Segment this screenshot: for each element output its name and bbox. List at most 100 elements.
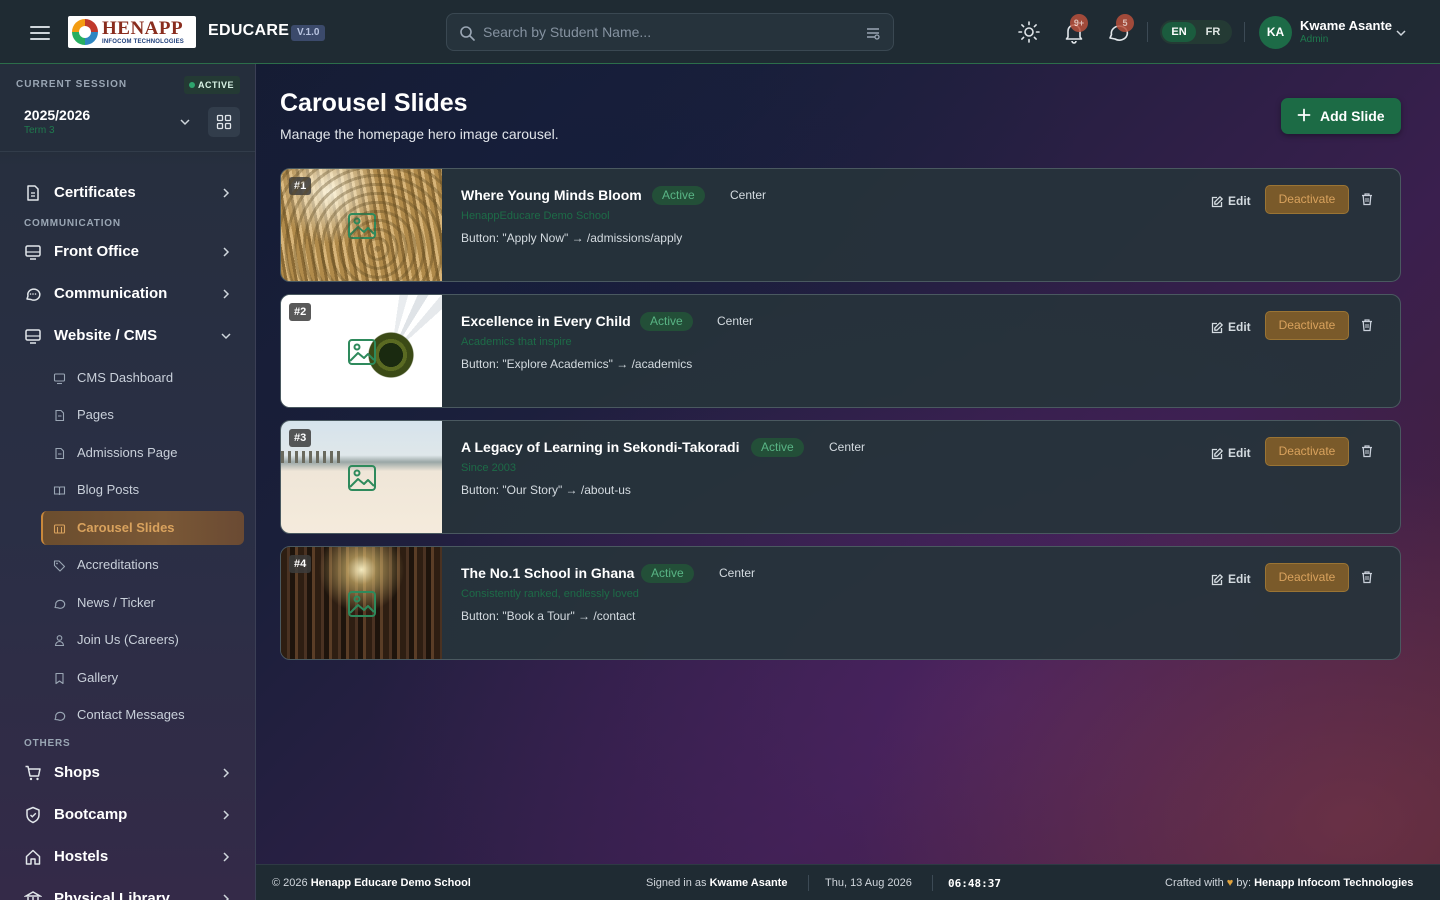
footer-school-name: Henapp Educare Demo School (310, 877, 471, 889)
footer-signed-in: Signed in as Kwame Asante (646, 877, 787, 889)
slide-title: A Legacy of Learning in Sekondi-Takoradi (461, 439, 740, 455)
edit-icon (1211, 196, 1223, 208)
slide-card: #4 The No.1 School in Ghana Active Cente… (280, 546, 1401, 660)
chevron-right-icon (223, 247, 230, 257)
sidebar-item-bootcamp[interactable]: Bootcamp (16, 798, 244, 832)
apps-grid-button[interactable] (208, 107, 240, 137)
copyright-prefix: © 2026 (272, 877, 308, 889)
slide-thumbnail[interactable]: #1 (281, 169, 442, 281)
sidebar-item-communication[interactable]: Communication (16, 277, 244, 311)
image-icon (348, 591, 376, 617)
sidebar-item-label: Hostels (54, 848, 109, 865)
footer: © 2026 Henapp Educare Demo School Signed… (256, 864, 1440, 900)
lang-en-button[interactable]: EN (1162, 22, 1196, 42)
add-slide-button[interactable]: Add Slide (1281, 98, 1401, 134)
trash-icon[interactable] (1360, 570, 1374, 584)
notifications-button[interactable]: 9+ (1062, 14, 1088, 44)
sidebar-item-physical-library[interactable]: Physical Library (16, 882, 244, 900)
trash-icon[interactable] (1360, 192, 1374, 206)
messages-count-badge: 5 (1116, 14, 1134, 32)
slide-card: #3 A Legacy of Learning in Sekondi-Takor… (280, 420, 1401, 534)
heart-icon: ♥ (1226, 877, 1234, 889)
sidebar-subitem-news-ticker[interactable]: News / Ticker (41, 586, 244, 620)
sidebar-subitem-contact-messages[interactable]: Contact Messages (41, 698, 244, 732)
sidebar: Certificates COMMUNICATION Front Office … (0, 64, 256, 900)
deactivate-button[interactable]: Deactivate (1265, 563, 1349, 592)
status-badge: Active (640, 312, 693, 331)
sidebar-subitem-pages[interactable]: Pages (41, 398, 244, 432)
slide-thumbnail[interactable]: #4 (281, 547, 442, 659)
slide-card: #1 Where Young Minds Bloom Active Center… (280, 168, 1401, 282)
slide-number-badge: #2 (289, 303, 312, 321)
slide-thumbnail[interactable]: #2 (281, 295, 442, 407)
sidebar-subitem-label: CMS Dashboard (77, 370, 174, 385)
slide-thumbnail[interactable]: #3 (281, 421, 442, 533)
sidebar-subitem-label: Join Us (Careers) (77, 632, 179, 647)
sidebar-item-certificates[interactable]: Certificates (16, 176, 244, 210)
chevron-right-icon (223, 289, 230, 299)
sidebar-subitem-join-us-careers[interactable]: Join Us (Careers) (41, 623, 244, 657)
deactivate-button[interactable]: Deactivate (1265, 185, 1349, 214)
certificate-icon (27, 185, 39, 201)
edit-label: Edit (1228, 194, 1251, 208)
sidebar-subitem-label: Contact Messages (77, 707, 185, 722)
signed-in-prefix: Signed in as (646, 877, 707, 889)
sidebar-item-front-office[interactable]: Front Office (16, 235, 244, 269)
slide-card: #2 Excellence in Every Child Active Cent… (280, 294, 1401, 408)
chevron-down-icon (221, 333, 231, 340)
sidebar-item-website-cms[interactable]: Website / CMS (16, 319, 244, 353)
logo[interactable]: HENAPP INFOCOM TECHNOLOGIES (68, 16, 196, 48)
sidebar-subitem-label: Accreditations (77, 557, 159, 572)
avatar[interactable]: KA (1259, 16, 1292, 49)
chevron-down-icon[interactable] (178, 115, 192, 129)
deactivate-button[interactable]: Deactivate (1265, 437, 1349, 466)
header-divider (1244, 22, 1245, 42)
session-year[interactable]: 2025/2026 (24, 107, 90, 123)
sidebar-subitem-admissions-page[interactable]: Admissions Page (41, 436, 244, 470)
trash-icon[interactable] (1360, 444, 1374, 458)
scroll-fade (0, 152, 255, 164)
status-badge: Active (641, 564, 694, 583)
sidebar-subitem-blog-posts[interactable]: Blog Posts (41, 473, 244, 507)
filter-icon[interactable] (865, 25, 881, 41)
sidebar-subitem-cms-dashboard[interactable]: CMS Dashboard (41, 361, 244, 395)
sidebar-item-shops[interactable]: Shops (16, 756, 244, 790)
trash-icon[interactable] (1360, 318, 1374, 332)
sidebar-subitem-carousel-slides[interactable]: Carousel Slides (41, 511, 244, 545)
signed-in-user: Kwame Asante (709, 877, 788, 889)
chevron-right-icon (223, 894, 230, 900)
search-input[interactable] (483, 14, 863, 50)
cart-icon (25, 765, 41, 781)
slide-subtitle: Academics that inspire (461, 336, 572, 348)
sidebar-item-label: Front Office (54, 243, 139, 260)
sidebar-subitem-gallery[interactable]: Gallery (41, 661, 244, 695)
sidebar-item-label: Communication (54, 285, 168, 302)
footer-company: Henapp Infocom Technologies (1254, 877, 1414, 889)
slide-title: Where Young Minds Bloom (461, 187, 642, 203)
status-badge: Active (751, 438, 804, 457)
header-divider (1147, 22, 1148, 42)
slide-alignment: Center (829, 440, 866, 454)
edit-icon (1211, 574, 1223, 586)
slides-icon (53, 524, 66, 534)
edit-label: Edit (1228, 446, 1251, 460)
user-name[interactable]: Kwame Asante (1300, 18, 1392, 33)
chevron-down-icon[interactable] (1394, 26, 1408, 40)
document-icon (55, 447, 65, 460)
sidebar-subitem-accreditations[interactable]: Accreditations (41, 548, 244, 582)
bookmark-icon (55, 672, 64, 685)
monitor-icon (53, 373, 66, 385)
footer-clock: 06:48:37 (948, 877, 1001, 890)
messages-button[interactable]: 5 (1106, 14, 1134, 44)
sidebar-item-hostels[interactable]: Hostels (16, 840, 244, 874)
theme-sun-icon[interactable] (1017, 20, 1041, 44)
menu-toggle-icon[interactable] (28, 22, 52, 42)
search-bar (446, 13, 894, 51)
slide-subtitle: Consistently ranked, endlessly loved (461, 588, 639, 600)
slide-alignment: Center (717, 314, 754, 328)
deactivate-button[interactable]: Deactivate (1265, 311, 1349, 340)
monitor-icon (25, 329, 41, 344)
search-icon (460, 26, 475, 41)
lang-fr-button[interactable]: FR (1196, 22, 1230, 42)
image-icon (348, 465, 376, 491)
